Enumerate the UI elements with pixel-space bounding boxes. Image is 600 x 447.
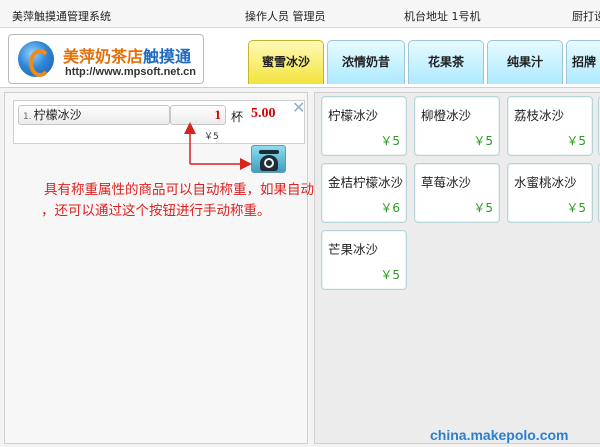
tab-category-2[interactable]: 花果茶 [408, 40, 484, 84]
logo-name: 美萍奶茶店触摸通 [63, 43, 191, 67]
product-button[interactable]: 荔枝冰沙 ￥5 [507, 96, 593, 156]
product-name: 芒果冰沙 [328, 242, 379, 257]
product-name: 草莓冰沙 [421, 175, 472, 190]
logo-name-part2: 触摸通 [143, 47, 192, 66]
product-grid: 柠檬冰沙 ￥5 柳橙冰沙 ￥5 荔枝冰沙 ￥5 金桔柠檬冰沙 ￥6 草莓冰沙 ￥… [314, 92, 600, 444]
product-price: ￥5 [473, 201, 493, 215]
logo-mark-icon [18, 41, 54, 77]
product-button[interactable]: 芒果冰沙 ￥5 [321, 230, 407, 290]
order-item-name-text: 柠檬冰沙 [33, 108, 82, 122]
product-button[interactable]: 水蜜桃冰沙 ￥5 [507, 163, 593, 223]
terminal-address: 机台地址 1号机 [404, 10, 481, 23]
tab-category-4[interactable]: 招牌 [566, 40, 600, 84]
close-icon[interactable]: ✕ [292, 98, 305, 117]
product-price: ￥5 [473, 134, 493, 148]
operator-label: 操作人员 管理员 [245, 10, 326, 23]
quantity-unit: 杯 [231, 110, 244, 124]
product-price: ￥5 [566, 201, 586, 215]
tab-category-3[interactable]: 纯果汁 [487, 40, 563, 84]
order-item-unit-price: ￥5 [204, 132, 219, 142]
quantity-field[interactable]: 1 [170, 105, 226, 125]
logo-name-part1: 美萍奶茶店 [63, 47, 144, 66]
product-name: 金桔柠檬冰沙 [328, 175, 404, 190]
order-item-amount: 5.00 [251, 106, 276, 121]
tab-category-1[interactable]: 浓情奶昔 [327, 40, 405, 84]
product-price: ￥6 [380, 201, 400, 215]
product-price: ￥5 [566, 134, 586, 148]
product-name: 水蜜桃冰沙 [514, 175, 577, 190]
manual-weigh-button[interactable] [251, 145, 286, 173]
product-button[interactable]: 柠檬冰沙 ￥5 [321, 96, 407, 156]
product-button[interactable]: 金桔柠檬冰沙 ￥6 [321, 163, 407, 223]
kitchen-printer-setting[interactable]: 厨打设 [572, 8, 600, 24]
top-status-bar: 美萍触摸通管理系统 操作人员 管理员 机台地址 1号机 厨打设 [0, 0, 600, 28]
scale-icon [259, 150, 279, 154]
order-item-index: 1. [23, 112, 32, 122]
product-name: 荔枝冰沙 [514, 108, 565, 123]
product-button[interactable]: 草莓冰沙 ￥5 [414, 163, 500, 223]
product-price: ￥5 [380, 134, 400, 148]
product-price: ￥5 [380, 268, 400, 282]
watermark: china.makepolo.com [430, 427, 569, 443]
product-name: 柳橙冰沙 [421, 108, 472, 123]
tab-category-0[interactable]: 蜜雪冰沙 [248, 40, 324, 84]
order-line-item[interactable]: 1. 柠檬冰沙 1 杯 5.00 ￥5 ✕ [13, 98, 305, 144]
logo-url: http://www.mpsoft.net.cn [65, 66, 196, 78]
order-item-name[interactable]: 1. 柠檬冰沙 [18, 105, 170, 125]
scale-icon-dial [264, 158, 274, 168]
system-title: 美萍触摸通管理系统 [12, 10, 111, 23]
logo: 美萍奶茶店触摸通 http://www.mpsoft.net.cn [8, 34, 204, 84]
header: 美萍奶茶店触摸通 http://www.mpsoft.net.cn 蜜雪冰沙 浓… [0, 28, 600, 88]
product-button[interactable]: 柳橙冰沙 ￥5 [414, 96, 500, 156]
product-name: 柠檬冰沙 [328, 108, 379, 123]
